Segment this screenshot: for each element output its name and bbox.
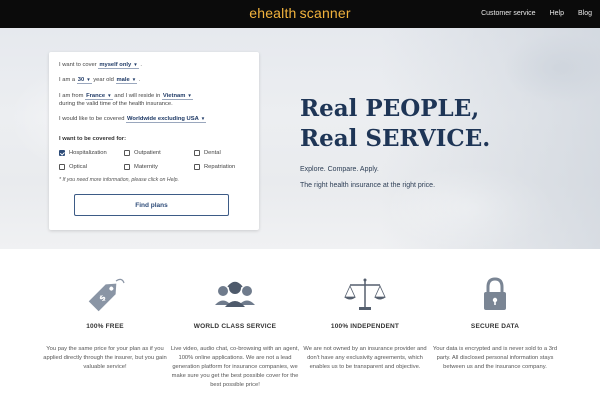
top-navigation-bar: ehealth scanner Customer service Help Blo… [0, 0, 600, 28]
chevron-down-icon: ▼ [133, 62, 138, 67]
hero-tagline-2: The right health insurance at the right … [300, 182, 436, 189]
feature-free-title: 100% FREE [86, 323, 124, 330]
padlock-icon [484, 277, 506, 310]
chevron-down-icon: ▼ [131, 77, 137, 82]
optical-label: Optical [69, 164, 88, 170]
option-hospitalization[interactable]: Hospitalization [59, 150, 107, 156]
features-section: $ 100% FREE You pay the same price for y… [0, 249, 600, 400]
option-repatriation[interactable]: Repatriation [194, 164, 235, 170]
chevron-down-icon: ▼ [187, 93, 192, 98]
covered-for-title: I want to be covered for: [59, 136, 126, 142]
nav-help[interactable]: Help [550, 10, 564, 17]
support-team-icon [215, 281, 255, 307]
quote-form-card: I want to cover myself only ▼ . I am a 30… [49, 52, 259, 230]
feature-secure-desc: Your data is encrypted and is never sold… [432, 346, 558, 370]
headline-line-2: Real SERVICE. [300, 125, 491, 152]
coverage-select[interactable]: Worldwide excluding USA ▼ [126, 116, 207, 123]
cover-value: myself only [99, 62, 132, 68]
help-hint: * If you need more information, please c… [59, 177, 179, 183]
feature-independent-title: 100% INDEPENDENT [330, 323, 400, 330]
outpatient-checkbox[interactable] [124, 150, 130, 156]
hospitalization-label: Hospitalization [69, 150, 107, 156]
gender-value: male [116, 77, 130, 83]
country-select[interactable]: France ▼ [85, 93, 113, 100]
during-row: during the valid time of the health insu… [59, 101, 173, 107]
country-value: France [86, 93, 106, 99]
scales-icon [344, 278, 386, 310]
nav-customer-service[interactable]: Customer service [481, 10, 535, 17]
cover-label: I want to cover [59, 62, 97, 68]
option-dental[interactable]: Dental [194, 150, 221, 156]
age-label: I am a [59, 77, 76, 83]
during-text: during the valid time of the health insu… [59, 101, 173, 107]
chevron-down-icon: ▼ [200, 116, 206, 121]
feature-independent-desc: We are not owned by an insurance provide… [303, 346, 427, 370]
option-maternity[interactable]: Maternity [124, 164, 158, 170]
repatriation-label: Repatriation [204, 164, 236, 170]
gender-select[interactable]: male ▼ [115, 77, 138, 84]
feature-free-desc: You pay the same price for your plan as … [43, 346, 167, 370]
feature-service-desc: Live video, audio chat, co-browsing with… [170, 346, 300, 388]
dental-checkbox[interactable] [194, 150, 200, 156]
chevron-down-icon: ▼ [107, 93, 112, 98]
find-plans-button[interactable]: Find plans [74, 194, 229, 216]
age-row: I am a 30 ▼ year old male ▼ . [59, 77, 141, 84]
chevron-down-icon: ▼ [86, 77, 91, 82]
logo-health: health [257, 5, 297, 21]
age-select[interactable]: 30 ▼ [76, 77, 92, 84]
hero-section: I want to cover myself only ▼ . I am a 30… [0, 28, 600, 249]
optical-checkbox[interactable] [59, 164, 65, 170]
option-outpatient[interactable]: Outpatient [124, 150, 161, 156]
residence-value: Vietnam [162, 93, 186, 99]
coverage-label: I would like to be covered [59, 116, 125, 122]
nav-blog[interactable]: Blog [578, 10, 592, 17]
price-tag-icon: $ [88, 278, 125, 312]
headline-line-1: Real PEOPLE, [300, 95, 480, 122]
logo-scanner: scanner [299, 5, 351, 21]
outpatient-label: Outpatient [134, 150, 161, 156]
coverage-value: Worldwide excluding USA [127, 116, 199, 122]
origin-row: I am from France ▼ and I will reside in V… [59, 93, 193, 100]
age-mid-label: year old [93, 77, 114, 83]
residence-select[interactable]: Vietnam ▼ [161, 93, 193, 100]
option-optical[interactable]: Optical [59, 164, 87, 170]
cover-row: I want to cover myself only ▼ . [59, 62, 142, 69]
feature-service-title: WORLD CLASS SERVICE [193, 323, 277, 330]
reside-label: and I will reside in [114, 93, 161, 99]
hospitalization-checkbox[interactable] [59, 150, 65, 156]
maternity-label: Maternity [134, 164, 158, 170]
age-value: 30 [77, 77, 85, 83]
hero-tagline-1: Explore. Compare. Apply. [300, 166, 379, 173]
hero-headline: Real PEOPLE, Real SERVICE. [300, 94, 490, 154]
main-nav: Customer service Help Blog [481, 10, 592, 17]
maternity-checkbox[interactable] [124, 164, 130, 170]
dental-label: Dental [204, 150, 221, 156]
coverage-row: I would like to be covered Worldwide exc… [59, 116, 207, 123]
feature-secure-title: SECURE DATA [470, 323, 520, 330]
from-label: I am from [59, 93, 84, 99]
cover-select[interactable]: myself only ▼ [98, 62, 139, 69]
logo-e: e [249, 5, 258, 21]
repatriation-checkbox[interactable] [194, 164, 200, 170]
